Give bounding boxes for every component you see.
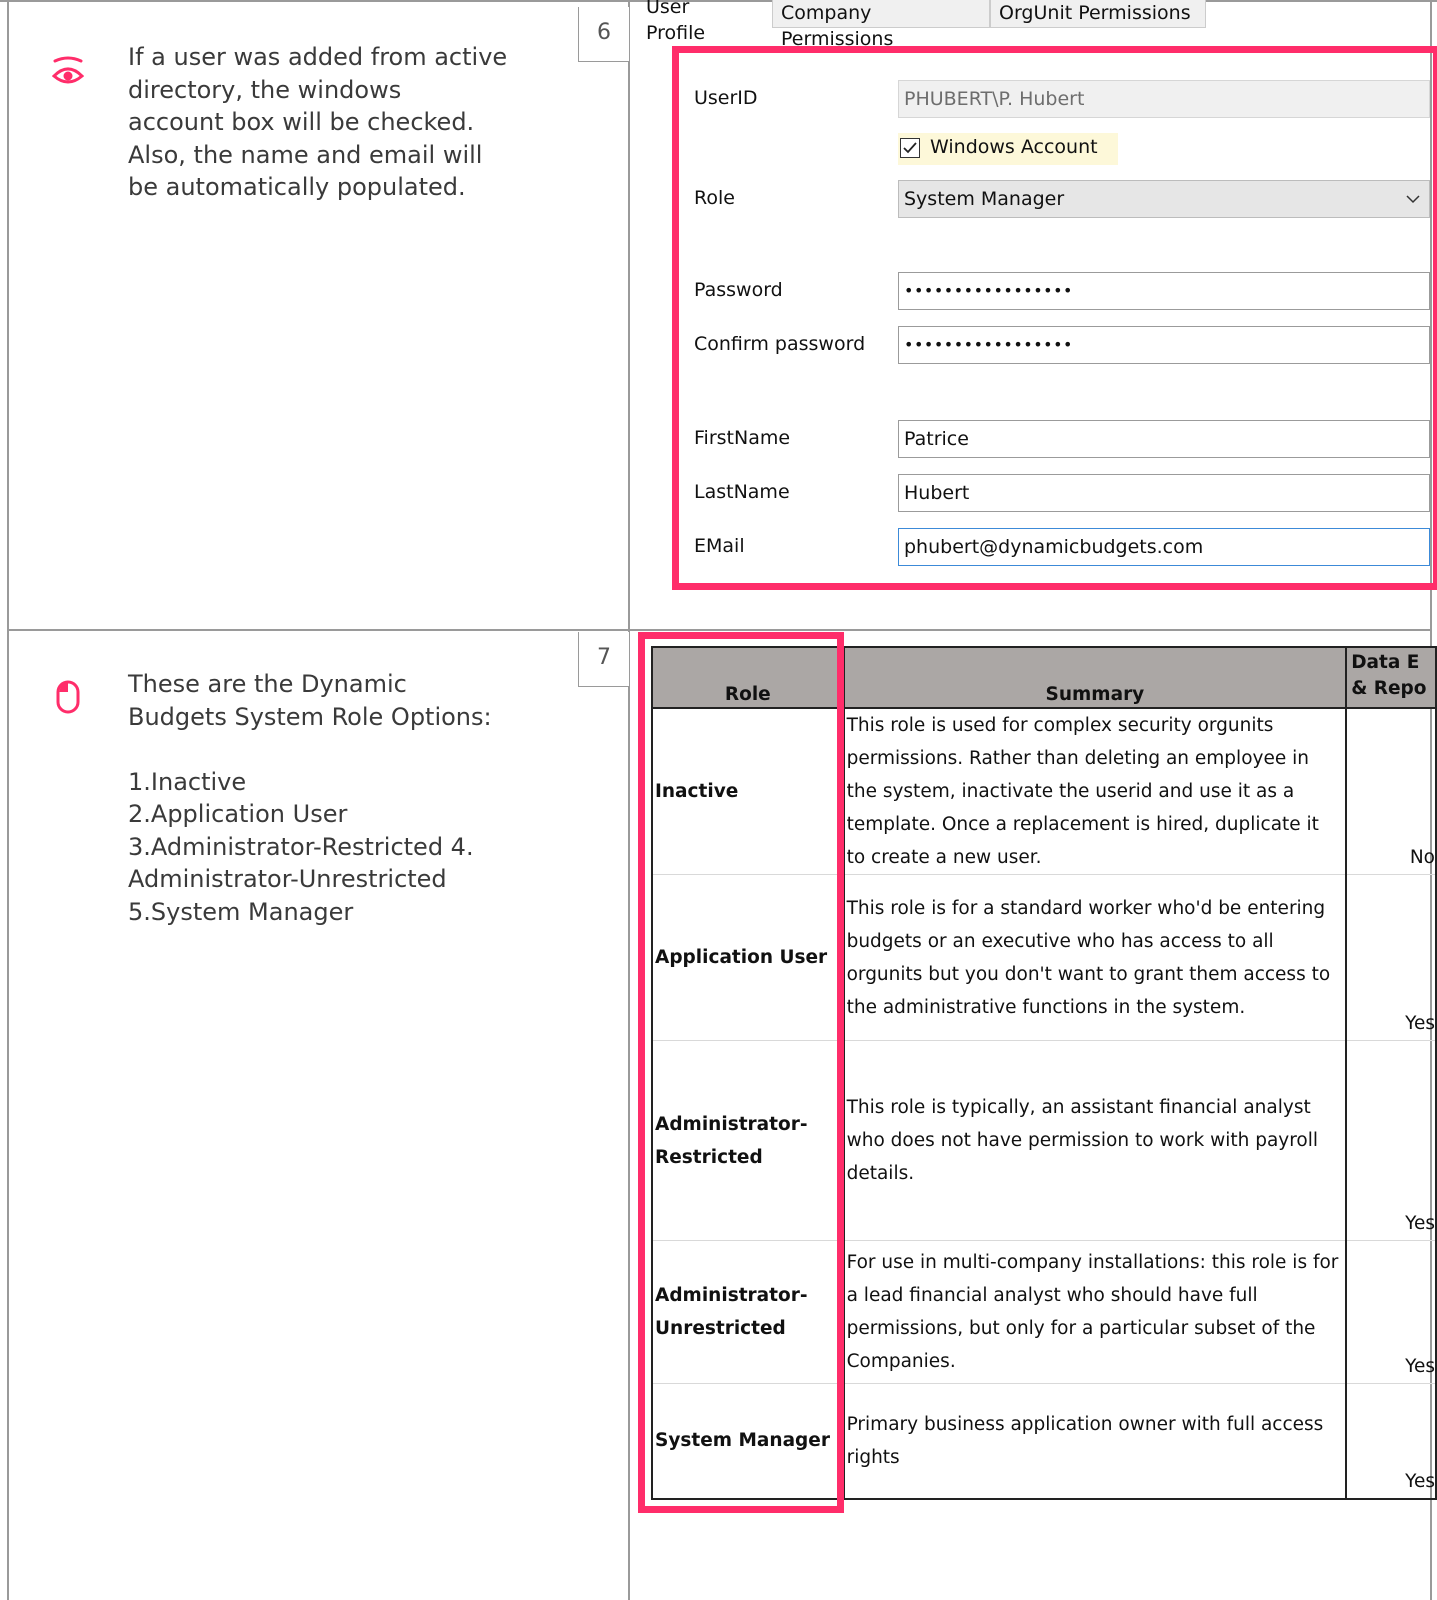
data-entry-cell: Yes: [1345, 1383, 1437, 1500]
role-select-value: System Manager: [904, 188, 1065, 210]
confirm-password-label: Confirm password: [694, 333, 866, 355]
tab-company-permissions[interactable]: Company Permissions: [772, 0, 990, 50]
step-number-7: 7: [578, 632, 629, 687]
summary-cell: This role is typically, an assistant fin…: [842, 1040, 1348, 1241]
column-divider: [628, 0, 630, 1600]
tab-user-profile[interactable]: User Profile: [638, 0, 713, 44]
eye-icon: [51, 56, 85, 90]
lastname-field[interactable]: Hubert: [898, 474, 1430, 512]
windows-account-checkbox[interactable]: Windows Account: [898, 133, 1118, 165]
email-field[interactable]: phubert@dynamicbudgets.com: [898, 528, 1430, 566]
firstname-field[interactable]: Patrice: [898, 420, 1430, 458]
password-label: Password: [694, 279, 783, 301]
role-column-highlight: [638, 632, 844, 1513]
header-data-entry: Data E & Repo: [1345, 646, 1437, 709]
step-6-note: If a user was added from active director…: [128, 43, 508, 201]
summary-cell: This role is for a standard worker who'd…: [842, 874, 1348, 1041]
row-divider: [7, 629, 1432, 631]
summary-cell: For use in multi-company installations: …: [842, 1240, 1348, 1384]
step-number-6: 6: [578, 7, 629, 62]
firstname-label: FirstName: [694, 427, 791, 449]
summary-cell: This role is used for complex security o…: [842, 708, 1348, 875]
role-label: Role: [694, 187, 735, 209]
top-border: [0, 0, 1437, 2]
data-entry-cell: No: [1345, 708, 1437, 875]
data-entry-cell: Yes: [1345, 1040, 1437, 1241]
userid-field: PHUBERT\P. Hubert: [898, 80, 1430, 118]
summary-cell: Primary business application owner with …: [842, 1383, 1348, 1500]
header-summary: Summary: [842, 646, 1348, 709]
mouse-icon: [56, 680, 80, 718]
password-field[interactable]: •••••••••••••••••: [898, 272, 1430, 310]
data-entry-cell: Yes: [1345, 1240, 1437, 1384]
lastname-label: LastName: [694, 481, 790, 503]
windows-account-label: Windows Account: [930, 136, 1098, 158]
chevron-down-icon: [1405, 181, 1421, 217]
data-entry-cell: Yes: [1345, 874, 1437, 1041]
confirm-password-field[interactable]: •••••••••••••••••: [898, 326, 1430, 364]
left-border: [7, 0, 9, 1600]
checkbox-icon: [900, 138, 920, 158]
step-7-note: These are the Dynamic Budgets System Rol…: [128, 670, 492, 926]
tab-orgunit-permissions[interactable]: OrgUnit Permissions: [990, 0, 1206, 28]
role-select[interactable]: System Manager: [898, 180, 1430, 218]
email-label: EMail: [694, 535, 745, 557]
userid-label: UserID: [694, 87, 758, 109]
